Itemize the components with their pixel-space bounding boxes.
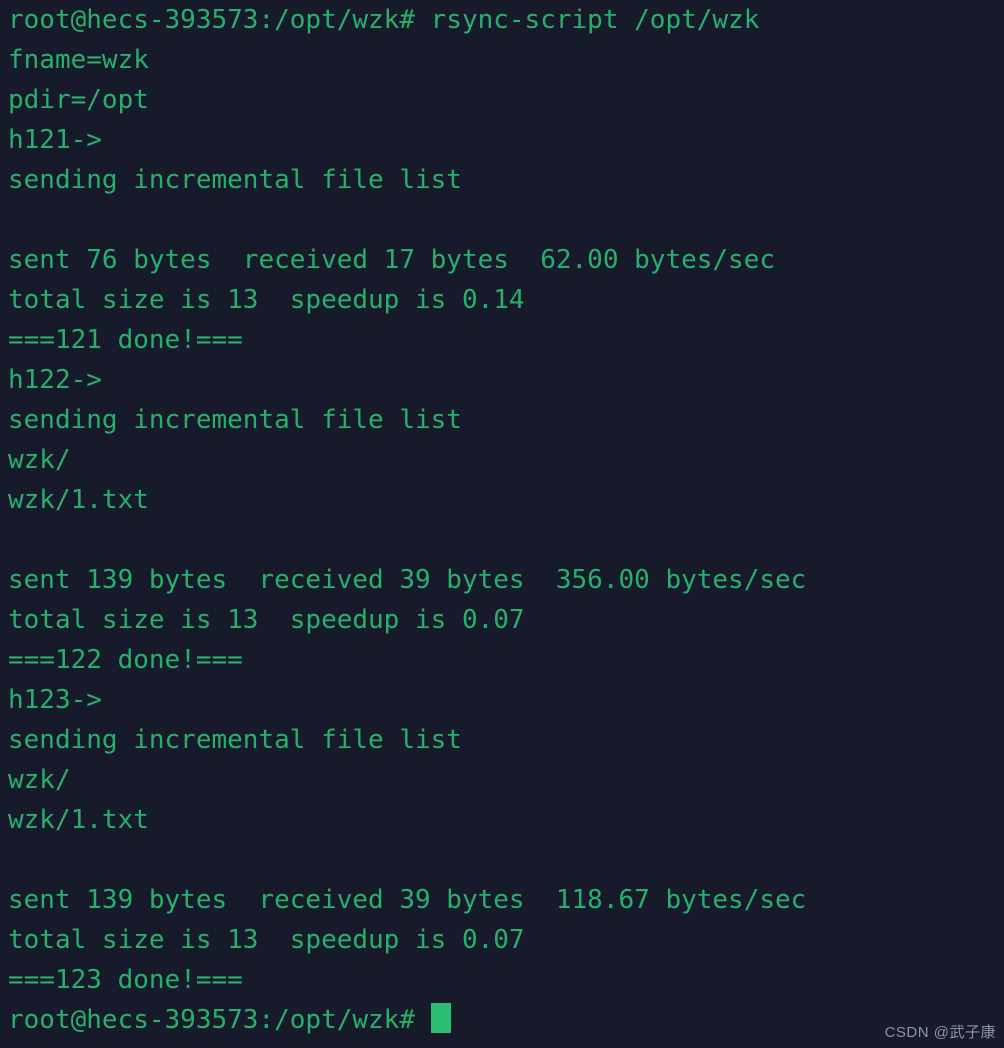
terminal-prompt-line[interactable]: root@hecs-393573:/opt/wzk# [8,1000,1004,1040]
terminal-line: sent 139 bytes received 39 bytes 356.00 … [8,565,807,595]
terminal-line: root@hecs-393573:/opt/wzk# rsync-script … [8,5,760,35]
terminal-line: h123-> [8,685,102,715]
terminal-line: pdir=/opt [8,85,149,115]
terminal-line: total size is 13 speedup is 0.14 [8,285,525,315]
csdn-watermark: CSDN @武子康 [884,1024,996,1041]
terminal-line: sent 139 bytes received 39 bytes 118.67 … [8,885,807,915]
terminal-line: h122-> [8,365,102,395]
terminal-line: sending incremental file list [8,725,462,755]
text-cursor [430,1003,451,1033]
terminal-line: total size is 13 speedup is 0.07 [8,925,525,955]
terminal-line: wzk/ [8,765,71,795]
terminal-line: ===122 done!=== [8,645,243,675]
terminal-line: fname=wzk [8,45,149,75]
terminal-line: ===121 done!=== [8,325,243,355]
terminal-line: h121-> [8,125,102,155]
terminal-line: sent 76 bytes received 17 bytes 62.00 by… [8,245,776,275]
terminal-lines: root@hecs-393573:/opt/wzk# rsync-script … [8,0,1004,1000]
terminal-output-area[interactable]: root@hecs-393573:/opt/wzk# rsync-script … [8,0,1004,1048]
terminal-line: sending incremental file list [8,405,462,435]
terminal-window[interactable]: root@hecs-393573:/opt/wzk# rsync-script … [0,0,1004,1048]
terminal-line: wzk/ [8,445,71,475]
prompt-text: root@hecs-393573:/opt/wzk# [8,1005,431,1035]
terminal-line: wzk/1.txt [8,485,149,515]
terminal-line: sending incremental file list [8,165,462,195]
terminal-line: wzk/1.txt [8,805,149,835]
terminal-line: total size is 13 speedup is 0.07 [8,605,525,635]
terminal-line: ===123 done!=== [8,965,243,995]
